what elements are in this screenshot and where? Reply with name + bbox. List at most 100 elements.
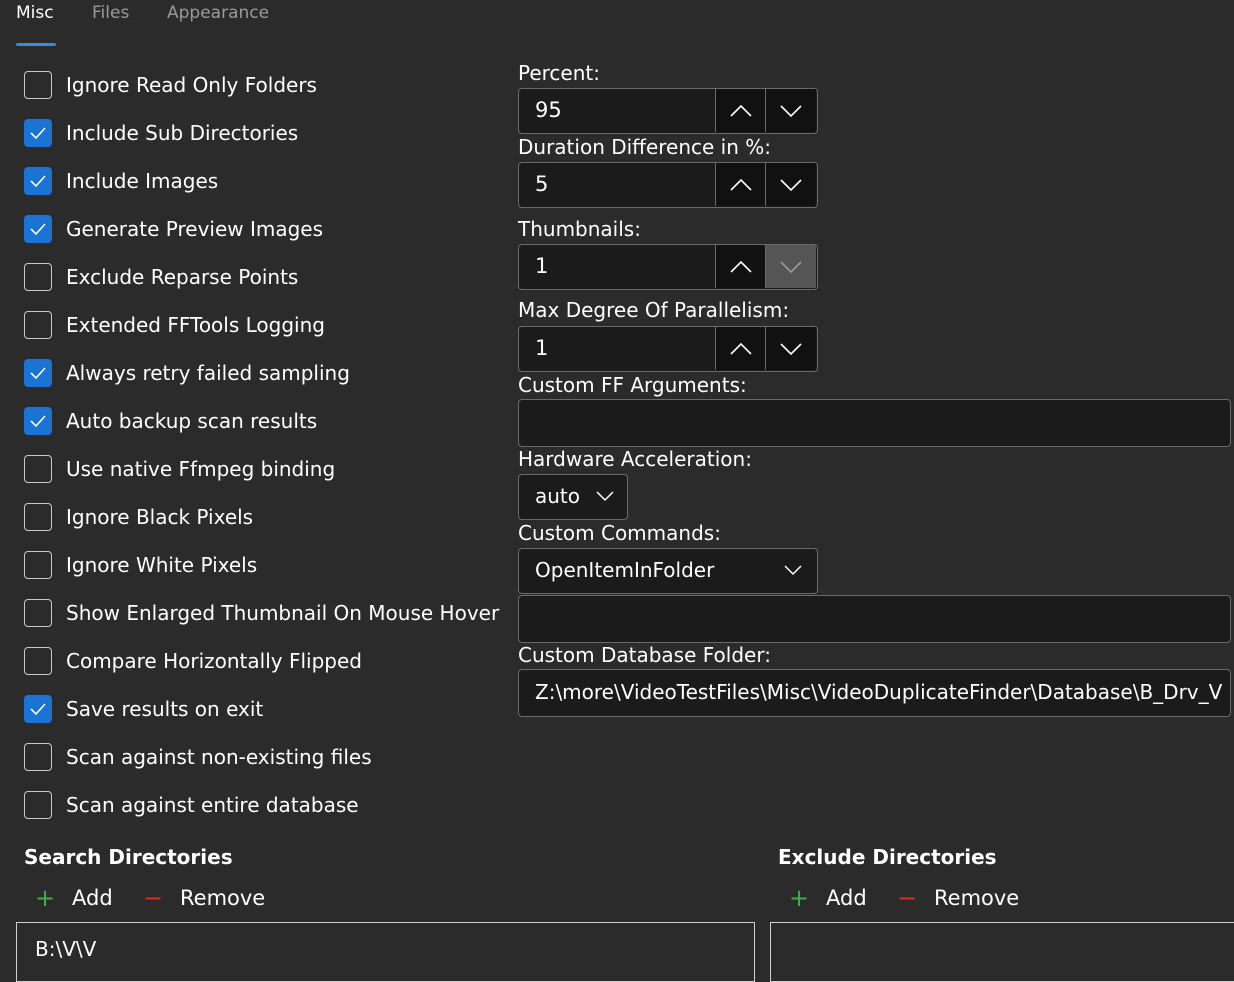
checkbox-row[interactable]: Scan against non-existing files: [24, 742, 372, 772]
duration-numeric-input[interactable]: 5: [518, 162, 818, 208]
checkbox-row[interactable]: Auto backup scan results: [24, 406, 317, 436]
checkbox-row[interactable]: Scan against entire database: [24, 790, 359, 820]
custom-commands-value: OpenItemInFolder: [535, 558, 715, 582]
checkbox[interactable]: [24, 263, 52, 291]
checkbox-label: Include Images: [66, 169, 219, 193]
search-remove-label: Remove: [180, 886, 266, 910]
checkbox-label: Exclude Reparse Points: [66, 265, 299, 289]
custom-commands-label: Custom Commands:: [518, 521, 721, 545]
checkbox-row[interactable]: Exclude Reparse Points: [24, 262, 298, 292]
database-folder-label: Custom Database Folder:: [518, 643, 771, 667]
percent-numeric-input[interactable]: 95: [518, 88, 818, 134]
exclude-directories-title: Exclude Directories: [778, 845, 997, 869]
exclude-remove-label: Remove: [934, 886, 1020, 910]
chevron-down-icon: [780, 178, 802, 191]
checkbox-label: Ignore White Pixels: [66, 553, 258, 577]
duration-increment-button[interactable]: [715, 163, 766, 206]
thumbnails-increment-button[interactable]: [715, 245, 766, 288]
percent-decrement-button[interactable]: [765, 89, 816, 132]
chevron-up-icon: [730, 342, 752, 355]
checkbox-row[interactable]: Always retry failed sampling: [24, 358, 350, 388]
checkbox-row[interactable]: Include Images: [24, 166, 218, 196]
parallelism-decrement-button[interactable]: [765, 327, 816, 370]
hardware-acceleration-dropdown[interactable]: auto: [518, 474, 628, 520]
checkbox[interactable]: [24, 647, 52, 675]
checkbox-label: Auto backup scan results: [66, 409, 318, 433]
chevron-down-icon: [780, 104, 802, 117]
database-folder-value[interactable]: Z:\more\VideoTestFiles\Misc\VideoDuplica…: [535, 670, 1225, 715]
thumbnails-numeric-input[interactable]: 1: [518, 244, 818, 290]
checkbox-label: Extended FFTools Logging: [66, 313, 325, 337]
tab-files[interactable]: Files: [92, 3, 129, 23]
checkbox-label: Always retry failed sampling: [66, 361, 350, 385]
minus-icon: −: [142, 884, 164, 912]
checkbox[interactable]: [24, 551, 52, 579]
checkmark-icon: [30, 223, 46, 236]
parallelism-value[interactable]: 1: [535, 327, 548, 370]
checkbox-label: Show Enlarged Thumbnail On Mouse Hover: [66, 601, 500, 625]
checkbox[interactable]: [24, 695, 52, 723]
checkbox[interactable]: [24, 359, 52, 387]
checkmark-icon: [30, 415, 46, 428]
list-item[interactable]: B:\V\V: [35, 937, 96, 961]
checkbox-label: Scan against non-existing files: [66, 745, 372, 769]
exclude-add-button[interactable]: + Add: [784, 884, 867, 912]
parallelism-increment-button[interactable]: [715, 327, 766, 370]
percent-increment-button[interactable]: [715, 89, 766, 132]
custom-ff-arguments-input[interactable]: [518, 399, 1231, 447]
search-add-button[interactable]: + Add: [30, 884, 113, 912]
checkbox[interactable]: [24, 743, 52, 771]
checkbox[interactable]: [24, 119, 52, 147]
checkbox-row[interactable]: Ignore Black Pixels: [24, 502, 253, 532]
checkbox-row[interactable]: Compare Horizontally Flipped: [24, 646, 362, 676]
checkbox-row[interactable]: Show Enlarged Thumbnail On Mouse Hover: [24, 598, 499, 628]
checkbox-row[interactable]: Use native Ffmpeg binding: [24, 454, 335, 484]
custom-command-input[interactable]: [518, 595, 1231, 643]
checkmark-icon: [30, 175, 46, 188]
exclude-remove-button[interactable]: − Remove: [892, 884, 1019, 912]
chevron-down-icon: [780, 260, 802, 273]
checkbox-row[interactable]: Extended FFTools Logging: [24, 310, 325, 340]
search-directories-title: Search Directories: [24, 845, 233, 869]
exclude-directories-list[interactable]: [770, 922, 1234, 982]
checkbox[interactable]: [24, 407, 52, 435]
checkbox-row[interactable]: Generate Preview Images: [24, 214, 323, 244]
search-directories-list[interactable]: B:\V\V: [16, 922, 755, 982]
custom-commands-dropdown[interactable]: OpenItemInFolder: [518, 548, 818, 594]
thumbnails-label: Thumbnails:: [518, 217, 641, 241]
hardware-acceleration-label: Hardware Acceleration:: [518, 447, 752, 471]
chevron-up-icon: [730, 178, 752, 191]
duration-value[interactable]: 5: [535, 163, 548, 206]
search-add-label: Add: [72, 886, 113, 910]
chevron-down-icon: [780, 342, 802, 355]
parallelism-numeric-input[interactable]: 1: [518, 326, 818, 372]
tab-appearance[interactable]: Appearance: [167, 3, 269, 23]
plus-icon: +: [788, 884, 810, 912]
checkbox[interactable]: [24, 215, 52, 243]
tab-misc[interactable]: Misc: [16, 3, 54, 23]
checkbox[interactable]: [24, 71, 52, 99]
checkbox-label: Ignore Read Only Folders: [66, 73, 317, 97]
checkmark-icon: [30, 367, 46, 380]
checkbox-row[interactable]: Save results on exit: [24, 694, 263, 724]
checkbox[interactable]: [24, 455, 52, 483]
checkbox-label: Use native Ffmpeg binding: [66, 457, 336, 481]
checkbox-row[interactable]: Include Sub Directories: [24, 118, 298, 148]
checkbox-row[interactable]: Ignore Read Only Folders: [24, 70, 317, 100]
checkbox[interactable]: [24, 791, 52, 819]
checkbox[interactable]: [24, 599, 52, 627]
duration-decrement-button[interactable]: [765, 163, 816, 206]
checkmark-icon: [30, 127, 46, 140]
thumbnails-decrement-button[interactable]: [765, 245, 816, 288]
checkbox[interactable]: [24, 311, 52, 339]
percent-value[interactable]: 95: [535, 89, 562, 132]
database-folder-input[interactable]: Z:\more\VideoTestFiles\Misc\VideoDuplica…: [518, 669, 1231, 717]
search-remove-button[interactable]: − Remove: [138, 884, 265, 912]
checkbox[interactable]: [24, 167, 52, 195]
checkbox-label: Compare Horizontally Flipped: [66, 649, 362, 673]
checkbox[interactable]: [24, 503, 52, 531]
minus-icon: −: [896, 884, 918, 912]
chevron-down-icon: [784, 565, 802, 576]
thumbnails-value[interactable]: 1: [535, 245, 548, 288]
checkbox-row[interactable]: Ignore White Pixels: [24, 550, 257, 580]
